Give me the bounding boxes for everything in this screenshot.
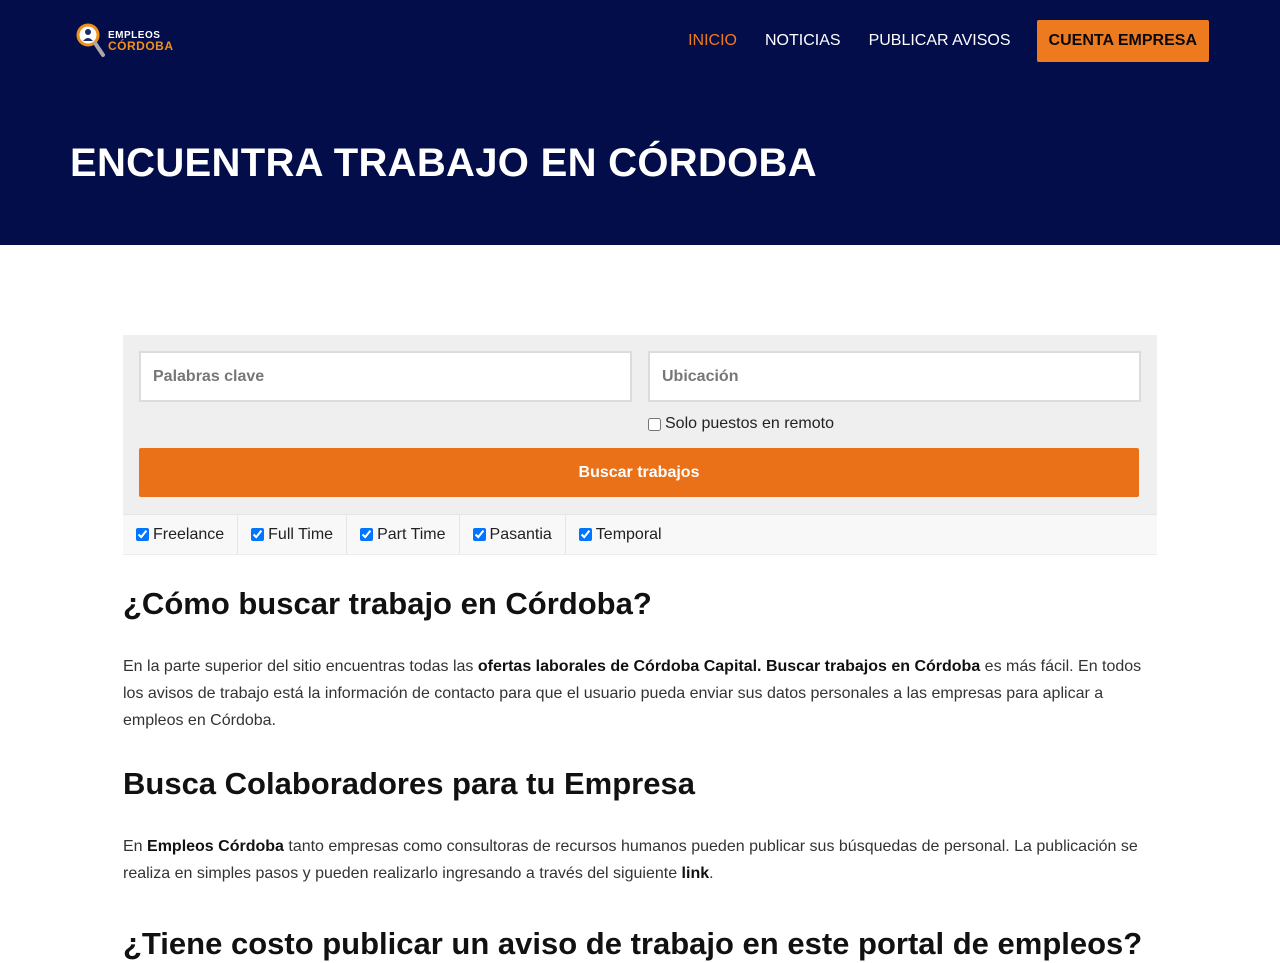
job-type-label: Freelance bbox=[153, 525, 225, 543]
section-heading-como-buscar: ¿Cómo buscar trabajo en Córdoba? bbox=[123, 586, 652, 621]
section-heading-costo: ¿Tiene costo publicar un aviso de trabaj… bbox=[123, 926, 1143, 961]
keywords-field[interactable] bbox=[139, 351, 632, 402]
text: . bbox=[709, 865, 714, 882]
job-type-label: Full Time bbox=[268, 525, 334, 543]
search-box: Solo puestos en remoto Buscar trabajos bbox=[123, 335, 1157, 514]
keywords-input[interactable] bbox=[153, 367, 618, 386]
remote-only-option[interactable]: Solo puestos en remoto bbox=[648, 415, 1141, 433]
job-type-temporal[interactable]: Temporal bbox=[566, 515, 675, 554]
job-type-checkbox[interactable] bbox=[360, 528, 374, 541]
job-type-label: Part Time bbox=[377, 525, 446, 543]
job-type-checkbox[interactable] bbox=[136, 528, 149, 541]
job-type-part-time[interactable]: Part Time bbox=[347, 515, 460, 554]
job-type-checkbox[interactable] bbox=[472, 528, 486, 541]
text: En la parte superior del sitio encuentra… bbox=[123, 658, 478, 675]
job-type-pasantia[interactable]: Pasantia bbox=[460, 515, 566, 554]
remote-only-label: Solo puestos en remoto bbox=[665, 415, 834, 432]
location-field[interactable] bbox=[648, 351, 1141, 402]
publish-link[interactable]: link bbox=[682, 865, 710, 882]
job-type-checkbox[interactable] bbox=[251, 528, 265, 541]
nav-item-publicar-avisos[interactable]: PUBLICAR AVISOS bbox=[869, 32, 1011, 50]
job-type-freelance[interactable]: Freelance bbox=[123, 515, 239, 554]
nav-item-inicio[interactable]: INICIO bbox=[688, 32, 737, 50]
job-type-label: Temporal bbox=[595, 525, 662, 543]
job-type-full-time[interactable]: Full Time bbox=[238, 515, 348, 554]
page-title: ENCUENTRA TRABAJO EN CÓRDOBA bbox=[70, 141, 817, 185]
main-content: ¿Cómo buscar trabajo en Córdoba? En la p… bbox=[123, 585, 1157, 963]
location-input[interactable] bbox=[662, 367, 1127, 386]
bold-text: Empleos Córdoba bbox=[147, 838, 284, 855]
logo-line2: CÓRDOBA bbox=[108, 39, 174, 53]
job-type-filters: Freelance Full Time Part Time Pasantia T… bbox=[123, 514, 1157, 555]
cuenta-empresa-button[interactable]: CUENTA EMPRESA bbox=[1036, 20, 1209, 62]
main-nav: INICIO NOTICIAS PUBLICAR AVISOS CUENTA E… bbox=[660, 20, 1209, 62]
section-paragraph-colaboradores: En Empleos Córdoba tanto empresas como c… bbox=[123, 833, 1157, 887]
bold-text: ofertas laborales de Córdoba Capital. Bu… bbox=[477, 658, 981, 675]
job-type-label: Pasantia bbox=[489, 525, 552, 543]
job-type-checkbox[interactable] bbox=[578, 528, 592, 541]
site-logo[interactable]: EMPLEOS CÓRDOBA bbox=[76, 22, 174, 60]
job-search-form: Solo puestos en remoto Buscar trabajos F… bbox=[123, 335, 1157, 555]
section-paragraph-como-buscar: En la parte superior del sitio encuentra… bbox=[123, 653, 1157, 734]
section-heading-colaboradores: Busca Colaboradores para tu Empresa bbox=[123, 766, 695, 801]
text: En bbox=[123, 838, 148, 855]
remote-only-checkbox[interactable] bbox=[648, 417, 661, 431]
search-jobs-button[interactable]: Buscar trabajos bbox=[139, 448, 1139, 497]
nav-item-noticias[interactable]: NOTICIAS bbox=[765, 32, 841, 50]
magnifier-person-icon bbox=[76, 22, 106, 60]
header-hero: EMPLEOS CÓRDOBA INICIO NOTICIAS PUBLICAR… bbox=[0, 0, 1280, 245]
